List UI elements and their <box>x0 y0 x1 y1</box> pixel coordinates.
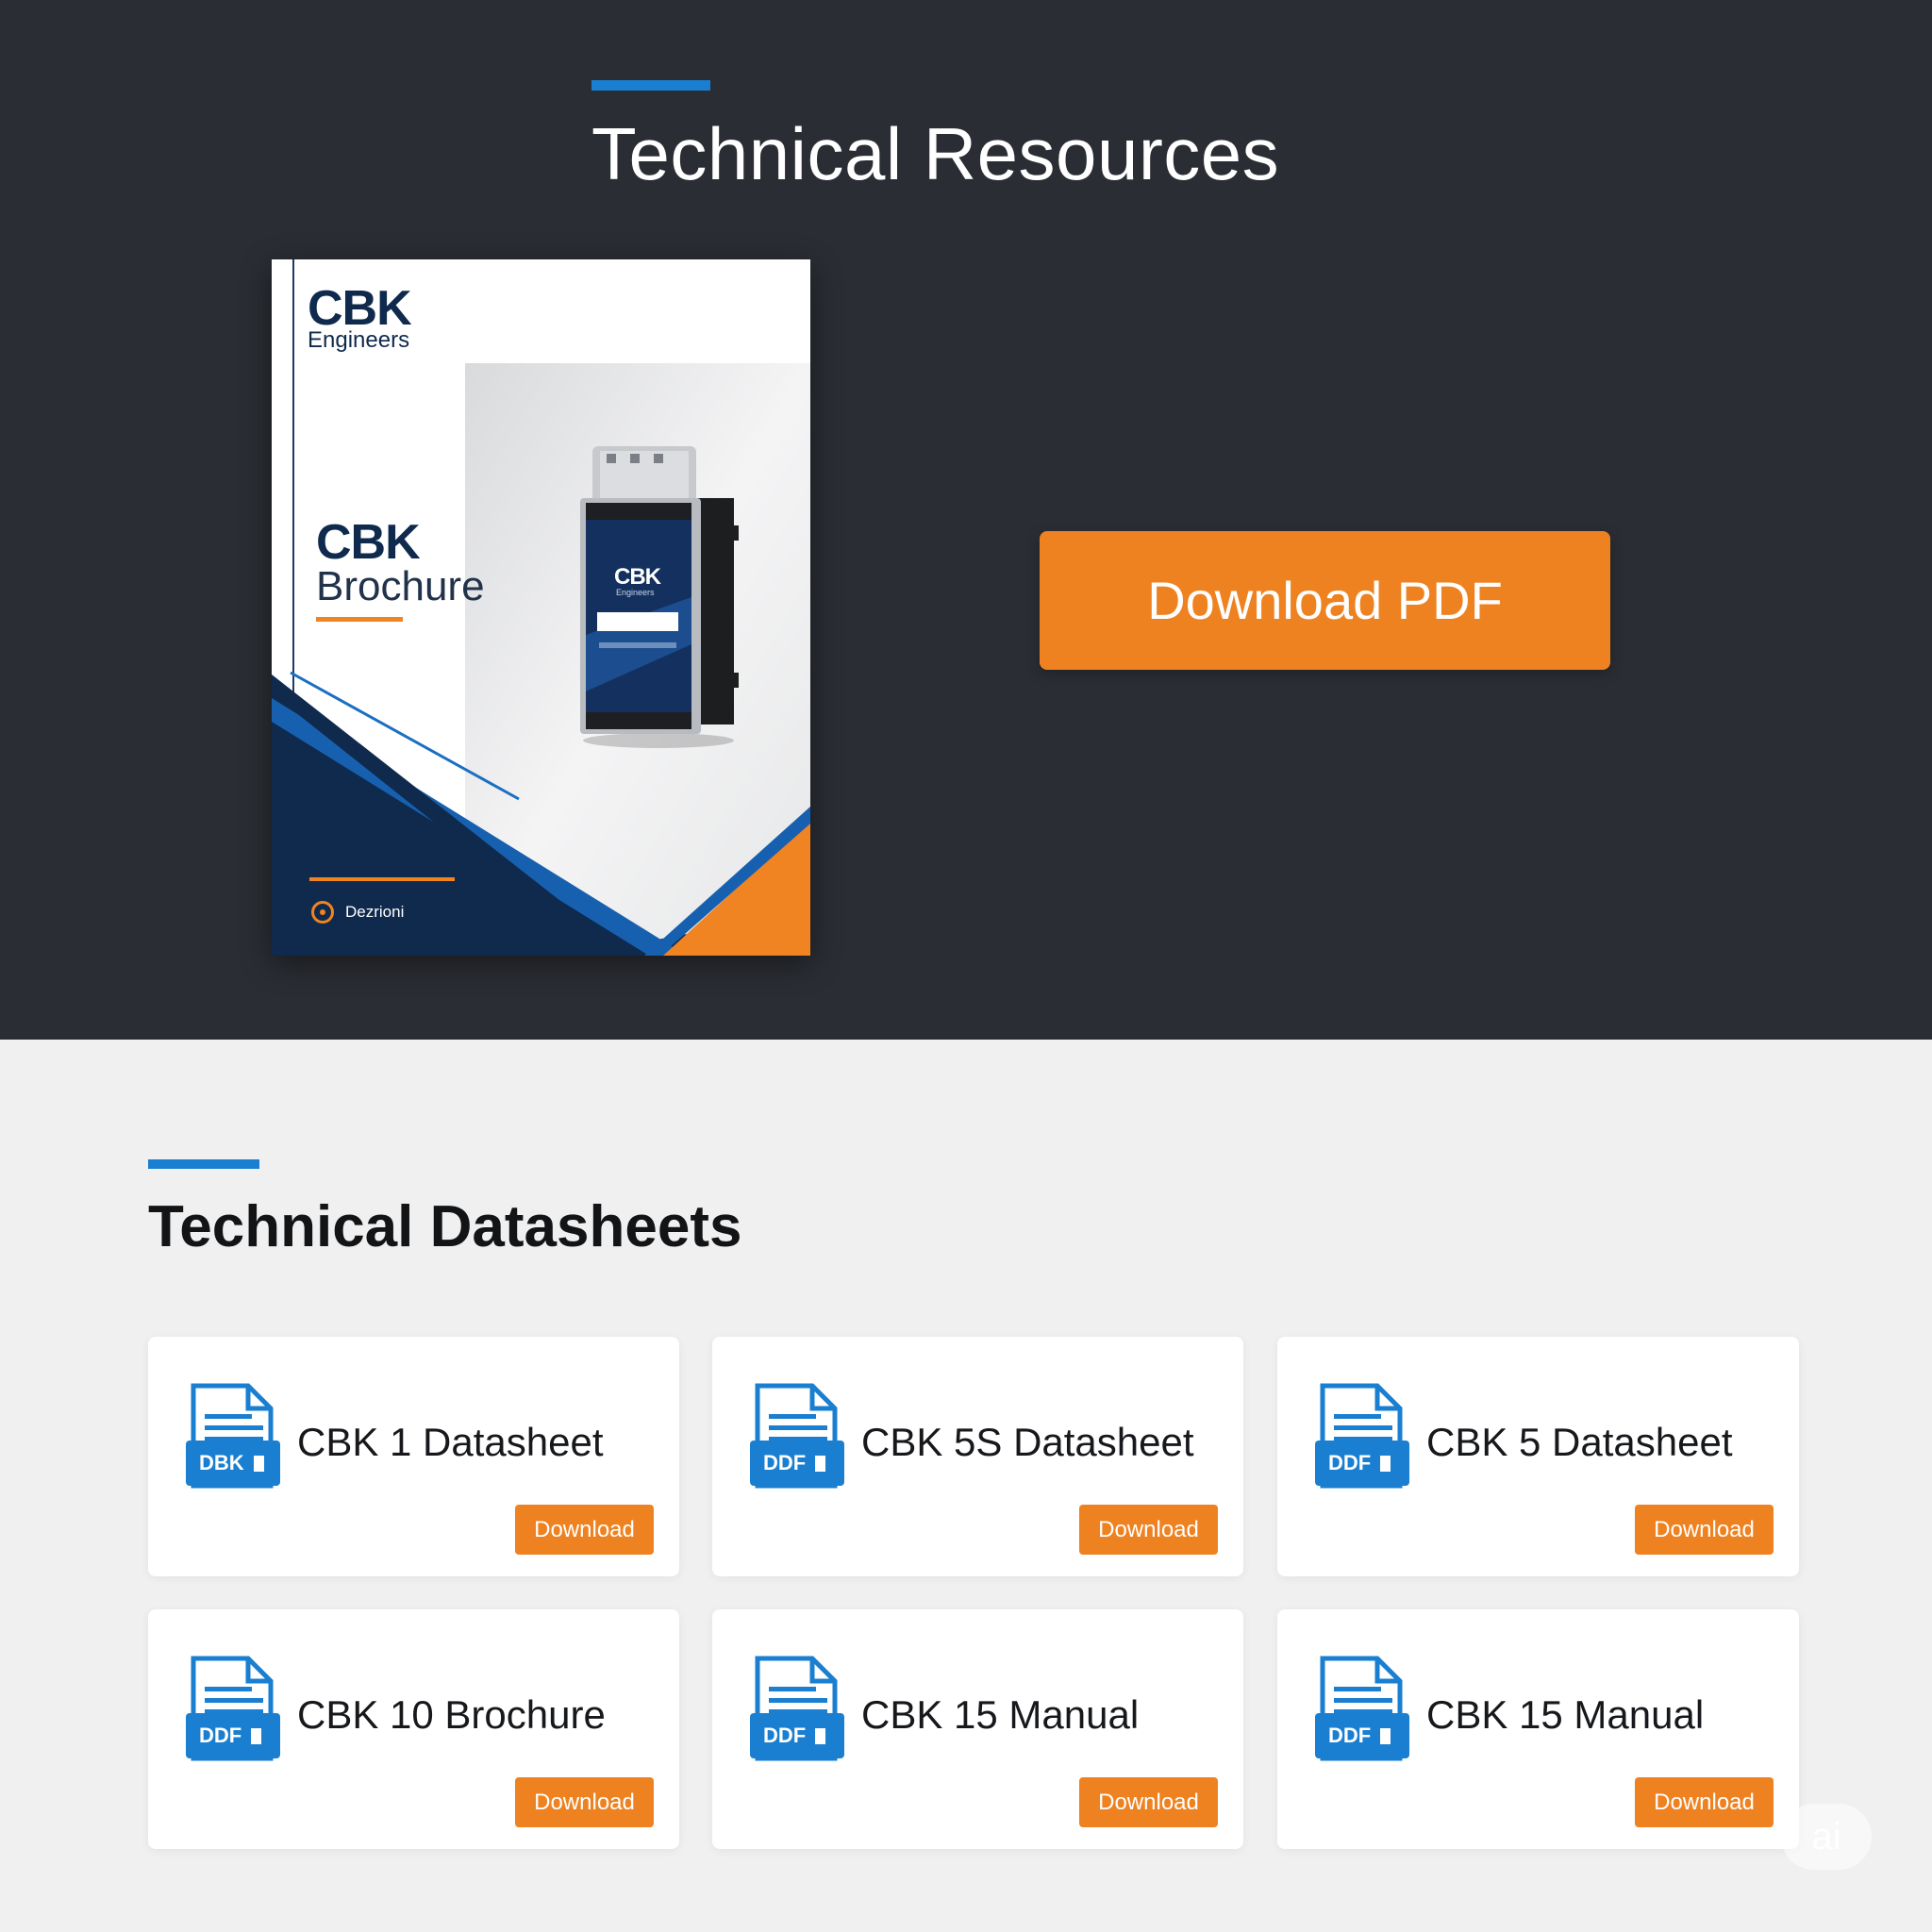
datasheet-title: CBK 5 Datasheet <box>1426 1420 1733 1464</box>
brochure-brand-name: CBK <box>308 281 412 336</box>
datasheet-card: DDF CBK 15 Manual Download <box>712 1609 1243 1849</box>
datasheet-title: CBK 1 Datasheet <box>297 1420 604 1464</box>
datasheet-card: DDF CBK 5 Datasheet Download <box>1277 1337 1799 1576</box>
file-type-tag: DDF <box>199 1724 242 1747</box>
download-button[interactable]: Download <box>1079 1505 1218 1555</box>
brochure-title-underline <box>316 617 403 622</box>
file-type-tag: DBK <box>199 1451 244 1474</box>
file-type-tag: DDF <box>763 1451 807 1474</box>
download-button[interactable]: Download <box>1079 1777 1218 1827</box>
brochure-footer: Dezrioni <box>311 901 404 924</box>
cbk-device-image: CBK Engineers <box>578 446 748 748</box>
title-accent-bar <box>591 80 710 91</box>
brochure-brand-logo: CBK Engineers <box>308 281 412 353</box>
file-type-tag: DDF <box>1328 1451 1372 1474</box>
technical-resources-section: Technical Resources CBK Engineers CBK Br… <box>0 0 1932 1040</box>
datasheets-accent-bar <box>148 1159 259 1169</box>
datasheet-title: CBK 15 Manual <box>861 1692 1140 1737</box>
section-title: Technical Resources <box>591 112 1280 195</box>
pdf-file-icon: DDF <box>1315 1382 1409 1495</box>
datasheet-title: CBK 5S Datasheet <box>861 1420 1194 1464</box>
download-button[interactable]: Download <box>1635 1505 1774 1555</box>
datasheets-title: Technical Datasheets <box>148 1194 742 1259</box>
brochure-footer-line <box>309 877 455 881</box>
file-type-tag: DDF <box>763 1724 807 1747</box>
brochure-title-line2: Brochure <box>316 563 485 609</box>
datasheet-card: DDF CBK 5S Datasheet Download <box>712 1337 1243 1576</box>
pdf-file-icon: DDF <box>750 1382 844 1495</box>
datasheet-card: DDF CBK 10 Brochure Download <box>148 1609 679 1849</box>
brochure-title-line1: CBK <box>316 515 421 570</box>
ai-watermark-badge: ai <box>1781 1804 1872 1870</box>
datasheet-title: CBK 10 Brochure <box>297 1692 606 1737</box>
file-type-tag: DDF <box>1328 1724 1372 1747</box>
datasheet-title: CBK 15 Manual <box>1426 1692 1705 1737</box>
download-button[interactable]: Download <box>1635 1777 1774 1827</box>
pdf-file-icon: DDF <box>750 1655 844 1768</box>
brochure-title: CBK Brochure <box>316 515 485 622</box>
download-button[interactable]: Download <box>515 1777 654 1827</box>
download-pdf-button[interactable]: Download PDF <box>1040 531 1610 670</box>
datasheet-card: DBK CBK 1 Datasheet Download <box>148 1337 679 1576</box>
download-button[interactable]: Download <box>515 1505 654 1555</box>
datasheet-card: DDF CBK 15 Manual Download <box>1277 1609 1799 1849</box>
pdf-file-icon: DBK <box>186 1382 280 1495</box>
target-icon <box>311 901 334 924</box>
brochure-brand-sub: Engineers <box>308 327 410 353</box>
brochure-cover-image[interactable]: CBK Engineers CBK Brochure CBK Engineers… <box>272 259 810 956</box>
device-label: CBK <box>614 564 661 590</box>
pdf-file-icon: DDF <box>1315 1655 1409 1768</box>
device-sub-label: Engineers <box>616 588 655 597</box>
brochure-footer-text: Dezrioni <box>345 903 405 921</box>
pdf-file-icon: DDF <box>186 1655 280 1768</box>
